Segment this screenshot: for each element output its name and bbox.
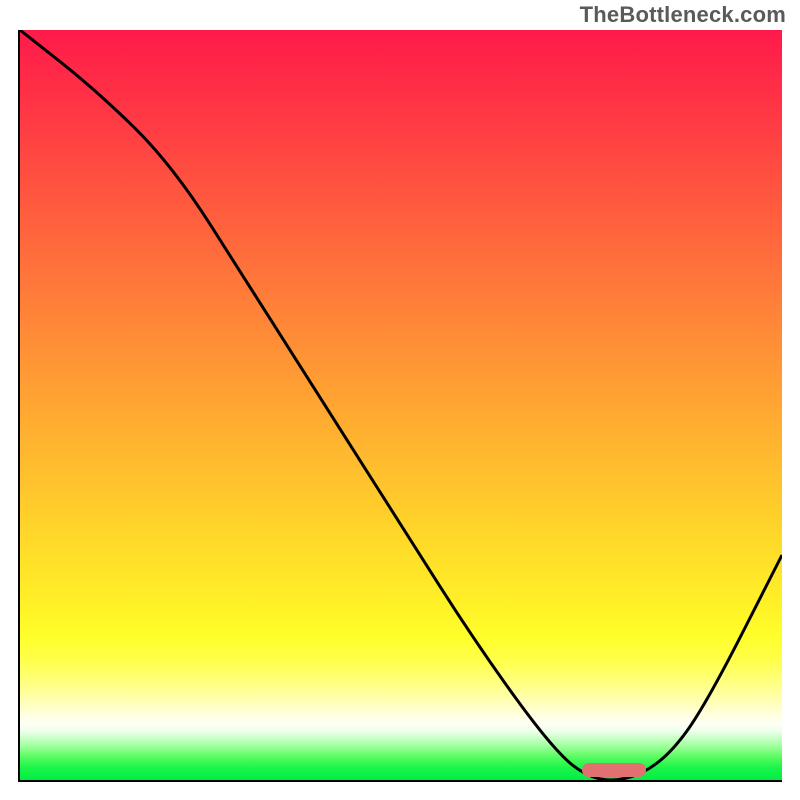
- watermark-text: TheBottleneck.com: [580, 2, 786, 28]
- optimal-range-marker: [582, 763, 647, 777]
- curve-path: [20, 30, 782, 780]
- bottleneck-curve: [20, 30, 782, 780]
- bottleneck-chart: [18, 30, 782, 782]
